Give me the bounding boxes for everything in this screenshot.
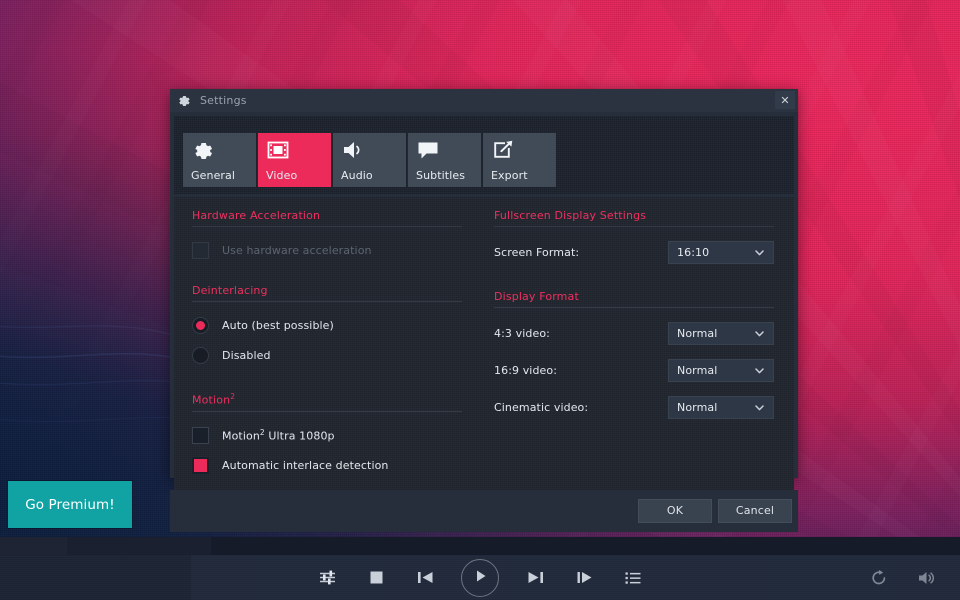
volume-icon — [917, 569, 937, 587]
radio-option-auto-best-possible[interactable]: Auto (best possible) — [192, 314, 462, 337]
dropdown-16-9-video[interactable]: Normal — [668, 358, 774, 382]
chevron-down-icon — [754, 328, 765, 339]
volume-button[interactable] — [912, 563, 942, 593]
tab-label: Export — [491, 169, 528, 182]
field-16-9-video: 16:9 video: Normal — [494, 357, 774, 383]
dialog-titlebar[interactable]: Settings ✕ — [170, 89, 798, 112]
chevron-down-icon — [754, 402, 765, 413]
field-cinematic-video: Cinematic video: Normal — [494, 394, 774, 420]
dropdown-4-3-video[interactable]: Normal — [668, 321, 774, 345]
secondary-controls — [864, 555, 942, 600]
option-label: Disabled — [222, 349, 271, 362]
film-icon — [267, 140, 289, 162]
controls-row — [0, 555, 960, 600]
checkbox-use-hardware-acceleration[interactable] — [192, 242, 209, 259]
ok-button[interactable]: OK — [638, 498, 712, 523]
stop-icon — [368, 569, 385, 586]
option-label-base: Motion — [222, 429, 260, 443]
tab-general[interactable]: General — [183, 133, 256, 187]
dropdown-value: 16:10 — [677, 245, 710, 259]
radio-dot — [196, 321, 205, 330]
section-header-deinterlacing: Deinterlacing — [192, 284, 462, 302]
section-header-motion-text: Motion — [192, 393, 231, 407]
playlist-icon — [624, 570, 642, 586]
tab-label: Audio — [341, 169, 373, 182]
play-icon — [472, 568, 488, 588]
tab-export[interactable]: Export — [483, 133, 556, 187]
chevron-down-icon — [754, 247, 765, 258]
seek-bar[interactable] — [0, 537, 960, 555]
subtitle-icon — [417, 140, 439, 162]
checkbox-automatic-interlace-detection[interactable] — [192, 456, 209, 474]
settings-dialog: Settings ✕ General Video Audio Subtitles… — [170, 89, 798, 532]
settings-content: Hardware Acceleration Use hardware accel… — [174, 197, 794, 490]
screen: Go Premium! Settings ✕ General Video Aud… — [0, 0, 960, 600]
field-label: Screen Format: — [494, 245, 580, 259]
cancel-button[interactable]: Cancel — [718, 498, 792, 523]
option-automatic-interlace-detection[interactable]: Automatic interlace detection — [192, 454, 462, 477]
previous-button[interactable] — [410, 563, 440, 593]
settings-right-column: Fullscreen Display Settings Screen Forma… — [484, 209, 784, 480]
field-label: 4:3 video: — [494, 326, 550, 340]
previous-icon — [416, 569, 435, 586]
field-label: Cinematic video: — [494, 400, 589, 414]
dialog-footer: OK Cancel — [170, 489, 798, 532]
equalizer-button[interactable] — [312, 563, 342, 593]
option-label: Auto (best possible) — [222, 319, 334, 332]
settings-left-column: Hardware Acceleration Use hardware accel… — [184, 209, 484, 480]
transport-controls — [0, 555, 960, 600]
chevron-down-icon — [754, 365, 765, 376]
settings-tab-bar: General Video Audio Subtitles Export — [174, 116, 794, 194]
speaker-icon — [342, 140, 364, 162]
radio-option-disabled[interactable]: Disabled — [192, 344, 462, 367]
tab-video[interactable]: Video — [258, 133, 331, 187]
close-icon[interactable]: ✕ — [775, 91, 795, 109]
tab-audio[interactable]: Audio — [333, 133, 406, 187]
player-control-bar — [0, 537, 960, 600]
dropdown-value: Normal — [677, 400, 718, 414]
option-label-rest: Ultra 1080p — [264, 429, 335, 443]
radio-auto-best-possible[interactable] — [192, 317, 209, 334]
next-icon — [526, 569, 545, 586]
option-motion-ultra-1080p[interactable]: Motion2 Ultra 1080p — [192, 424, 462, 447]
option-label: Use hardware acceleration — [222, 244, 372, 257]
section-header-hardware-acceleration: Hardware Acceleration — [192, 209, 462, 227]
export-icon — [492, 140, 514, 162]
play-button[interactable] — [461, 558, 499, 597]
tab-label: Video — [266, 169, 298, 182]
next-button[interactable] — [520, 563, 550, 593]
field-4-3-video: 4:3 video: Normal — [494, 320, 774, 346]
dropdown-value: Normal — [677, 326, 718, 340]
section-header-fullscreen-display-settings: Fullscreen Display Settings — [494, 209, 774, 227]
stop-button[interactable] — [361, 563, 391, 593]
frame-step-icon — [575, 569, 594, 586]
tab-label: Subtitles — [416, 169, 466, 182]
section-header-motion: Motion2 — [192, 392, 462, 412]
checkbox-motion-ultra-1080p[interactable] — [192, 426, 209, 444]
tab-label: General — [191, 169, 236, 182]
field-screen-format: Screen Format: 16:10 — [494, 239, 774, 265]
gear-icon — [192, 140, 214, 162]
option-label: Motion2 Ultra 1080p — [222, 428, 335, 443]
option-label: Automatic interlace detection — [222, 458, 389, 472]
seek-played — [0, 537, 68, 555]
gear-icon — [177, 94, 191, 108]
dialog-title: Settings — [200, 94, 247, 107]
frame-step-button[interactable] — [569, 563, 599, 593]
section-header-display-format: Display Format — [494, 290, 774, 308]
dropdown-value: Normal — [677, 363, 718, 377]
radio-dot — [196, 351, 205, 360]
radio-disabled[interactable] — [192, 347, 209, 364]
dropdown-screen-format[interactable]: 16:10 — [668, 240, 774, 264]
option-use-hardware-acceleration[interactable]: Use hardware acceleration — [192, 239, 462, 262]
repeat-button[interactable] — [864, 563, 894, 593]
equalizer-icon — [318, 568, 337, 587]
tab-subtitles[interactable]: Subtitles — [408, 133, 481, 187]
field-label: 16:9 video: — [494, 363, 558, 377]
go-premium-button[interactable]: Go Premium! — [8, 481, 132, 528]
repeat-icon — [870, 569, 888, 587]
dropdown-cinematic-video[interactable]: Normal — [668, 395, 774, 419]
section-header-motion-superscript: 2 — [230, 392, 236, 401]
playlist-button[interactable] — [618, 563, 648, 593]
